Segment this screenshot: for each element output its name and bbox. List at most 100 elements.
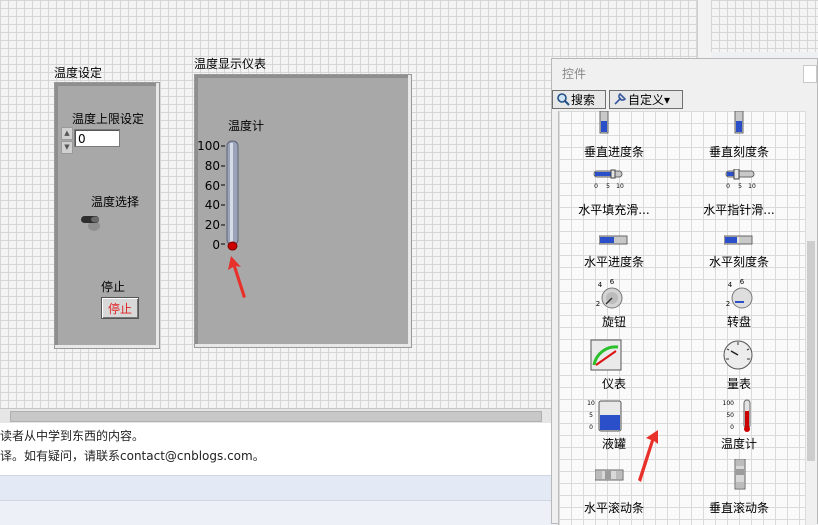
scale-tick-40: 40 xyxy=(205,198,220,212)
slide-tick-5: 5 xyxy=(738,183,742,190)
search-button-label: 搜索 xyxy=(571,93,596,107)
knob-tick-2: 2 xyxy=(596,300,600,308)
palette-toolbar: 搜索 自定义▾ xyxy=(552,89,817,111)
controls-palette[interactable]: 控件 搜索 自定义▾ 垂直进度条 垂直刻度条 0 5 10 水平填充滑... 0… xyxy=(551,58,818,525)
palette-item-vertical-scrollbar[interactable]: 垂直滚动条 xyxy=(684,459,794,519)
search-icon xyxy=(557,93,570,106)
dial-tick-2: 2 xyxy=(726,300,730,308)
palette-item-meter[interactable]: 仪表 xyxy=(559,339,669,399)
palette-item-thermometer[interactable]: 100 50 0 温度计 xyxy=(684,399,794,459)
dial-tick-6: 6 xyxy=(740,279,745,286)
thermo-tick-50: 50 xyxy=(726,412,734,419)
vertical-progress-bar-icon xyxy=(599,111,609,134)
slide-tick-0: 0 xyxy=(594,183,598,190)
item-label: 垂直进度条 xyxy=(583,145,644,159)
customize-button-label: 自定义▾ xyxy=(628,93,671,107)
item-label: 垂直刻度条 xyxy=(708,145,769,159)
web-text-line1: 读者从中学到东西的内容。 xyxy=(0,429,145,443)
palette-items-area: 垂直进度条 垂直刻度条 0 5 10 水平填充滑... 0 5 10 水平指针滑… xyxy=(558,111,805,525)
vertical-scrollbar-icon xyxy=(734,459,746,490)
red-arrow-annotation xyxy=(638,430,658,482)
scale-tick-80: 80 xyxy=(205,159,220,173)
customize-button[interactable]: 自定义▾ xyxy=(609,90,683,109)
palette-item-horizontal-fill-slide[interactable]: 0 5 10 水平填充滑... xyxy=(559,169,669,219)
item-label: 水平滚动条 xyxy=(583,501,644,515)
item-label: 水平指针滑... xyxy=(703,203,775,217)
horizontal-scrollbar-icon xyxy=(595,469,624,481)
stop-button[interactable]: 停止 xyxy=(101,297,139,319)
web-text-line2: 译。如有疑问，请联系contact@cnblogs.com。 xyxy=(0,449,265,463)
palette-item-vertical-progress-bar[interactable]: 垂直进度条 xyxy=(559,111,669,161)
knob-tick-6: 6 xyxy=(610,279,615,286)
red-arrow-annotation xyxy=(228,256,246,298)
upper-limit-numeric-control[interactable]: ▲ ▼ 0 xyxy=(60,126,124,154)
wrench-icon xyxy=(614,92,627,105)
thermo-tick-0: 0 xyxy=(730,424,734,431)
palette-vertical-scrollbar[interactable] xyxy=(805,111,817,525)
item-label: 仪表 xyxy=(601,377,626,391)
horizontal-pointer-slide-icon: 0 5 10 xyxy=(725,169,756,190)
item-label: 量表 xyxy=(726,377,751,391)
dial-tick-4: 4 xyxy=(728,281,733,289)
item-label: 水平刻度条 xyxy=(708,255,769,269)
scale-tick-20: 20 xyxy=(205,218,220,232)
palette-item-horizontal-graduated-bar[interactable]: 水平刻度条 xyxy=(684,231,794,271)
scroll-thumb[interactable] xyxy=(10,411,542,422)
web-footer-band xyxy=(0,500,555,525)
cluster-title-temperature-setting: 温度设定 xyxy=(54,66,103,80)
horizontal-progress-bar-icon xyxy=(599,235,628,245)
item-label: 旋钮 xyxy=(601,315,626,329)
palette-item-vertical-graduated-bar[interactable]: 垂直刻度条 xyxy=(684,111,794,161)
slide-tick-0: 0 xyxy=(726,183,730,190)
stop-label: 停止 xyxy=(101,280,126,294)
item-label: 垂直滚动条 xyxy=(708,501,769,515)
item-label: 温度计 xyxy=(720,437,757,451)
background-canvas xyxy=(711,0,818,52)
close-icon[interactable] xyxy=(803,65,817,83)
meter-icon xyxy=(590,339,622,371)
slide-tick-10: 10 xyxy=(748,183,756,190)
palette-item-horizontal-progress-bar[interactable]: 水平进度条 xyxy=(559,231,669,271)
tank-tick-10: 10 xyxy=(587,400,595,407)
vertical-graduated-bar-icon xyxy=(734,111,744,134)
toggle-switch[interactable] xyxy=(80,210,104,232)
gauge-icon xyxy=(723,340,753,370)
increment-decrement-arrows[interactable]: ▲ ▼ xyxy=(60,126,73,154)
item-label: 水平填充滑... xyxy=(578,203,650,217)
item-label: 转盘 xyxy=(726,315,751,329)
horizontal-graduated-bar-icon xyxy=(724,235,753,245)
palette-item-dial[interactable]: 2 4 6 转盘 xyxy=(684,279,794,337)
down-arrow-icon[interactable]: ▼ xyxy=(61,141,73,154)
palette-item-knob[interactable]: 2 4 6 旋钮 xyxy=(559,279,669,337)
search-button[interactable]: 搜索 xyxy=(552,90,606,109)
tank-tick-0: 0 xyxy=(589,424,593,431)
up-arrow-icon[interactable]: ▲ xyxy=(61,127,73,140)
scale-tick-60: 60 xyxy=(205,179,220,193)
scale-tick-0: 0 xyxy=(212,238,220,252)
upper-limit-label: 温度上限设定 xyxy=(72,112,145,126)
palette-title: 控件 xyxy=(562,67,587,81)
web-band xyxy=(0,475,555,500)
cluster-title-temperature-display: 温度显示仪表 xyxy=(194,57,267,71)
web-page-text: 读者从中学到东西的内容。 译。如有疑问，请联系contact@cnblogs.c… xyxy=(0,423,555,475)
slide-tick-5: 5 xyxy=(606,183,610,190)
select-label: 温度选择 xyxy=(91,195,140,209)
thermometer-label: 温度计 xyxy=(228,119,265,133)
thermometer-indicator: 100 80 60 40 20 0 xyxy=(194,138,254,258)
scroll-thumb[interactable] xyxy=(807,241,815,461)
upper-limit-input[interactable]: 0 xyxy=(74,129,120,147)
slide-tick-10: 10 xyxy=(616,183,624,190)
horizontal-fill-slide-icon: 0 5 10 xyxy=(593,169,624,190)
tank-icon: 10 5 0 xyxy=(587,400,622,432)
thermo-tick-100: 100 xyxy=(723,400,735,407)
horizontal-scrollbar[interactable] xyxy=(0,408,555,423)
dial-icon: 2 4 6 xyxy=(726,279,753,309)
palette-item-horizontal-pointer-slide[interactable]: 0 5 10 水平指针滑... xyxy=(684,169,794,219)
tank-tick-5: 5 xyxy=(589,412,593,419)
scale-tick-100: 100 xyxy=(197,139,220,153)
palette-item-gauge[interactable]: 量表 xyxy=(684,339,794,399)
thermometer-icon: 100 50 0 xyxy=(723,399,751,432)
knob-tick-4: 4 xyxy=(598,281,603,289)
item-label: 水平进度条 xyxy=(583,255,644,269)
thermometer-bulb xyxy=(227,241,238,251)
